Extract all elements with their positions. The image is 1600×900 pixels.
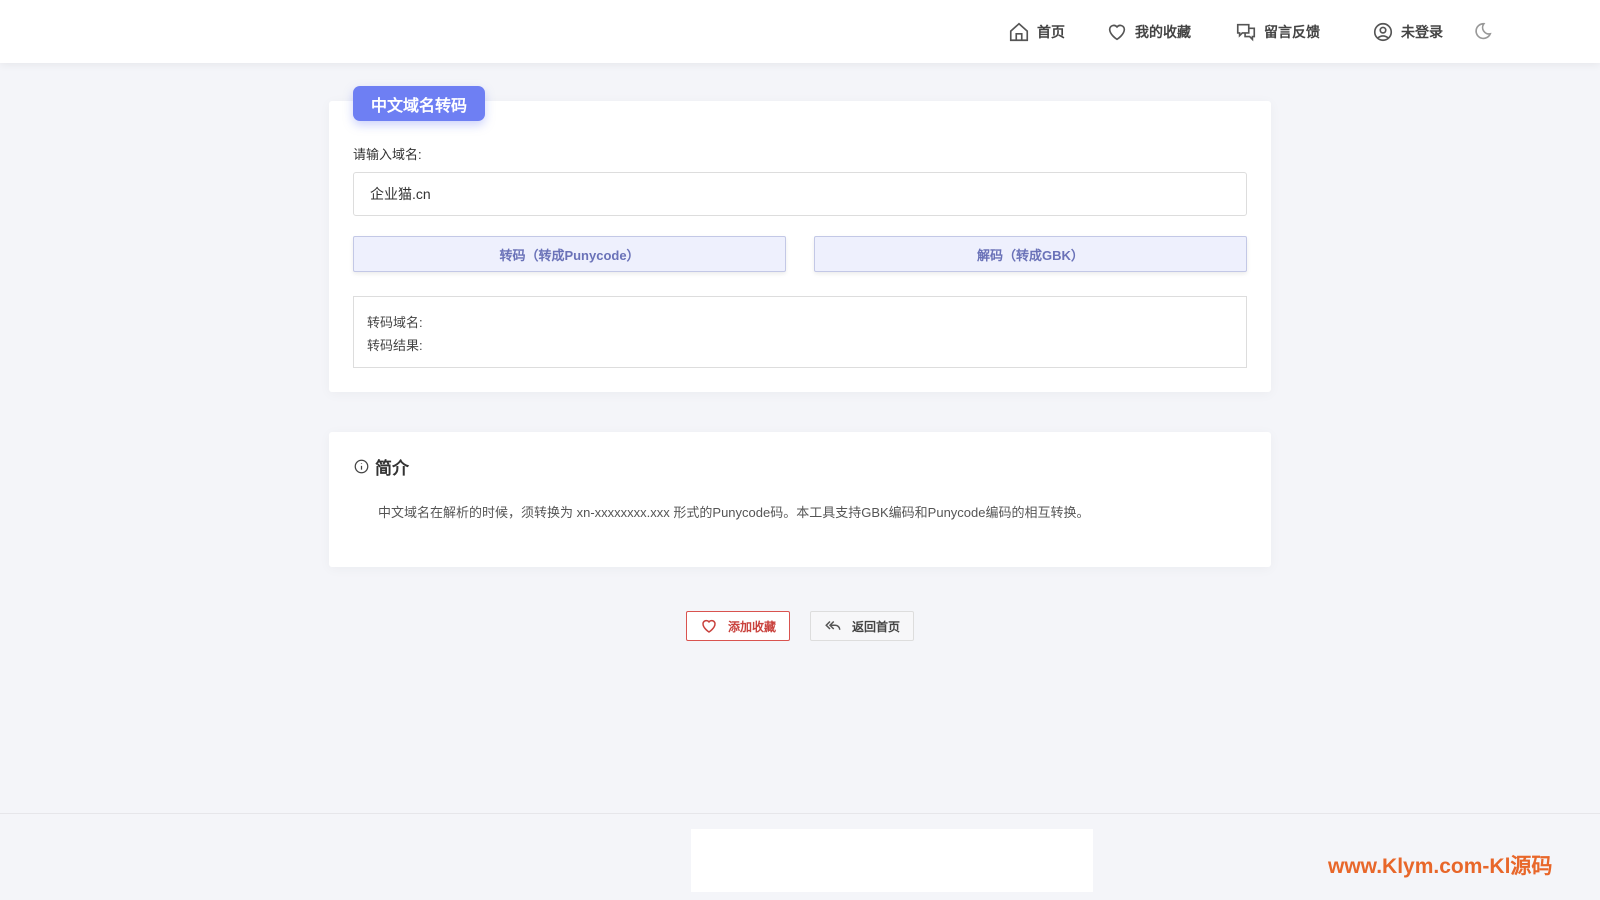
intro-text: 中文域名在解析的时候，须转换为 xn-xxxxxxxx.xxx 形式的Punyc…	[378, 505, 1090, 520]
result-box: 转码域名: 转码结果:	[353, 296, 1247, 368]
intro-card	[329, 432, 1271, 567]
info-icon	[354, 459, 369, 474]
back-home-label: 返回首页	[851, 619, 900, 634]
nav-home-label: 首页	[1037, 23, 1065, 40]
nav-home[interactable]: 首页	[1008, 0, 1065, 63]
watermark: www.Klym.com-Kl源码	[1328, 855, 1553, 878]
chat-icon	[1236, 23, 1256, 41]
intro-heading: 简介	[354, 454, 409, 479]
user-icon	[1373, 22, 1393, 41]
footer-panel	[691, 829, 1093, 892]
dark-mode-toggle[interactable]	[1471, 0, 1493, 63]
back-home-button[interactable]: 返回首页	[810, 611, 914, 641]
domain-input[interactable]	[353, 172, 1247, 216]
result-label: 转码结果:	[367, 338, 423, 353]
moon-icon	[1475, 22, 1492, 39]
nav-feedback[interactable]: 留言反馈	[1235, 0, 1320, 63]
add-favorite-button[interactable]: 添加收藏	[686, 611, 790, 641]
reply-all-icon	[825, 620, 841, 630]
decode-button[interactable]: 解码（转成GBK）	[814, 236, 1247, 272]
nav-login-label: 未登录	[1401, 23, 1443, 40]
heart-icon	[702, 619, 716, 633]
heart-icon	[1108, 24, 1126, 40]
add-favorite-label: 添加收藏	[727, 619, 776, 634]
encode-button[interactable]: 转码（转成Punycode）	[353, 236, 786, 272]
nav-favorites[interactable]: 我的收藏	[1106, 0, 1191, 63]
tool-title: 中文域名转码	[353, 86, 485, 121]
home-icon	[1009, 22, 1029, 41]
nav-feedback-label: 留言反馈	[1264, 23, 1320, 40]
input-label: 请输入域名:	[353, 147, 422, 162]
result-domain-label: 转码域名:	[367, 315, 423, 330]
nav-login[interactable]: 未登录	[1372, 0, 1443, 63]
nav-favorites-label: 我的收藏	[1135, 23, 1191, 40]
top-navbar: 首页 我的收藏 留言反馈 未登录	[0, 0, 1600, 63]
intro-title: 简介	[375, 459, 409, 478]
